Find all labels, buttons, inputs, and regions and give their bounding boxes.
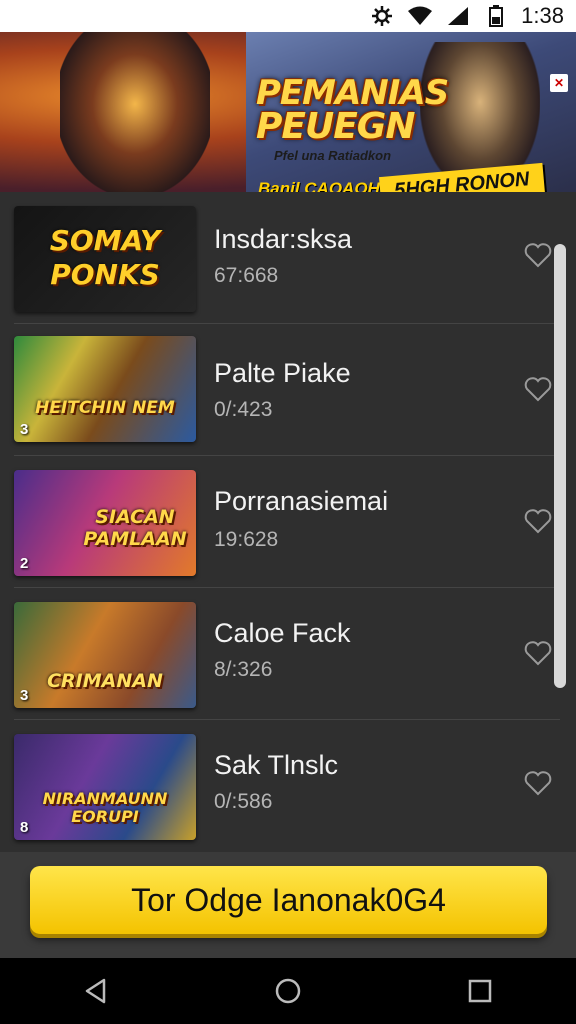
heart-icon[interactable] [524,770,552,796]
list-item[interactable]: HEITCHIN NEM 3 Palte Piake 0/:423 [0,324,560,456]
item-thumbnail: SOMAY PONKS [14,206,196,312]
item-count: 67:668 [214,264,279,287]
home-icon[interactable] [268,971,308,1011]
banner-subtitle: Pfel una Ratiadkon [274,148,392,163]
wifi-icon [407,5,433,27]
item-thumbnail: SIACAN PAMLAAN 2 [14,470,196,576]
banner-hero-warrior [60,32,210,192]
list-item[interactable]: SOMAY PONKS Insdar:sksa 67:668 [0,192,560,324]
thumbnail-text: HEITCHIN NEM [35,398,175,418]
item-title: Palte Piake [214,358,351,388]
thumbnail-text: SOMAY PONKS [49,224,161,291]
heart-icon[interactable] [524,640,552,666]
promo-banner[interactable]: PEMANIAS PEUEGN Pfel una Ratiadkon Banil… [0,32,576,192]
thumbnail-text: CRIMANAN [47,670,163,692]
banner-title: PEMANIAS PEUEGN [256,76,449,147]
back-icon[interactable] [76,971,116,1011]
system-nav-bar [0,958,576,1024]
banner-title-line2: PEUEGN [256,106,415,147]
settings-icon [369,5,395,27]
item-thumbnail: NIRANMAUNN EORUPI 8 [14,734,196,840]
status-time: 1:38 [521,3,564,28]
banner-tagline: Banil CAOAOH [258,179,380,192]
game-list: SOMAY PONKS Insdar:sksa 67:668 HEITCHIN … [0,192,576,852]
list-item[interactable]: CRIMANAN 3 Caloe Fack 8/:326 [0,588,560,720]
status-bar: 1:38 [0,0,576,32]
list-item[interactable]: SIACAN PAMLAAN 2 Porranasiemai 19:628 [0,456,560,588]
item-rank: 2 [20,555,29,572]
item-rank: 8 [20,819,29,836]
item-rank: 3 [20,421,29,438]
banner-close-icon[interactable]: ✕ [550,74,568,92]
item-thumbnail: HEITCHIN NEM 3 [14,336,196,442]
thumbnail-text: SIACAN PAMLAAN [83,506,187,550]
item-title: Insdar:sksa [214,224,353,254]
heart-icon[interactable] [524,376,552,402]
signal-icon [445,5,471,27]
heart-icon[interactable] [524,242,552,268]
recents-icon[interactable] [460,971,500,1011]
item-count: 19:628 [214,528,279,551]
item-thumbnail: CRIMANAN 3 [14,602,196,708]
item-title: Porranasiemai [214,486,389,516]
item-title: Caloe Fack [214,618,351,648]
primary-cta-button[interactable]: Tor Odge Ianonak0G4 [30,866,547,934]
list-item[interactable]: NIRANMAUNN EORUPI 8 Sak Tlnslc 0/:586 [0,720,560,852]
thumbnail-text: NIRANMAUNN EORUPI [42,789,168,826]
scrollbar[interactable] [554,244,566,688]
item-count: 0/:423 [214,398,273,421]
item-count: 8/:326 [214,658,273,681]
item-rank: 3 [20,687,29,704]
heart-icon[interactable] [524,508,552,534]
battery-icon [483,5,509,27]
item-count: 0/:586 [214,790,273,813]
item-title: Sak Tlnslc [214,750,339,780]
